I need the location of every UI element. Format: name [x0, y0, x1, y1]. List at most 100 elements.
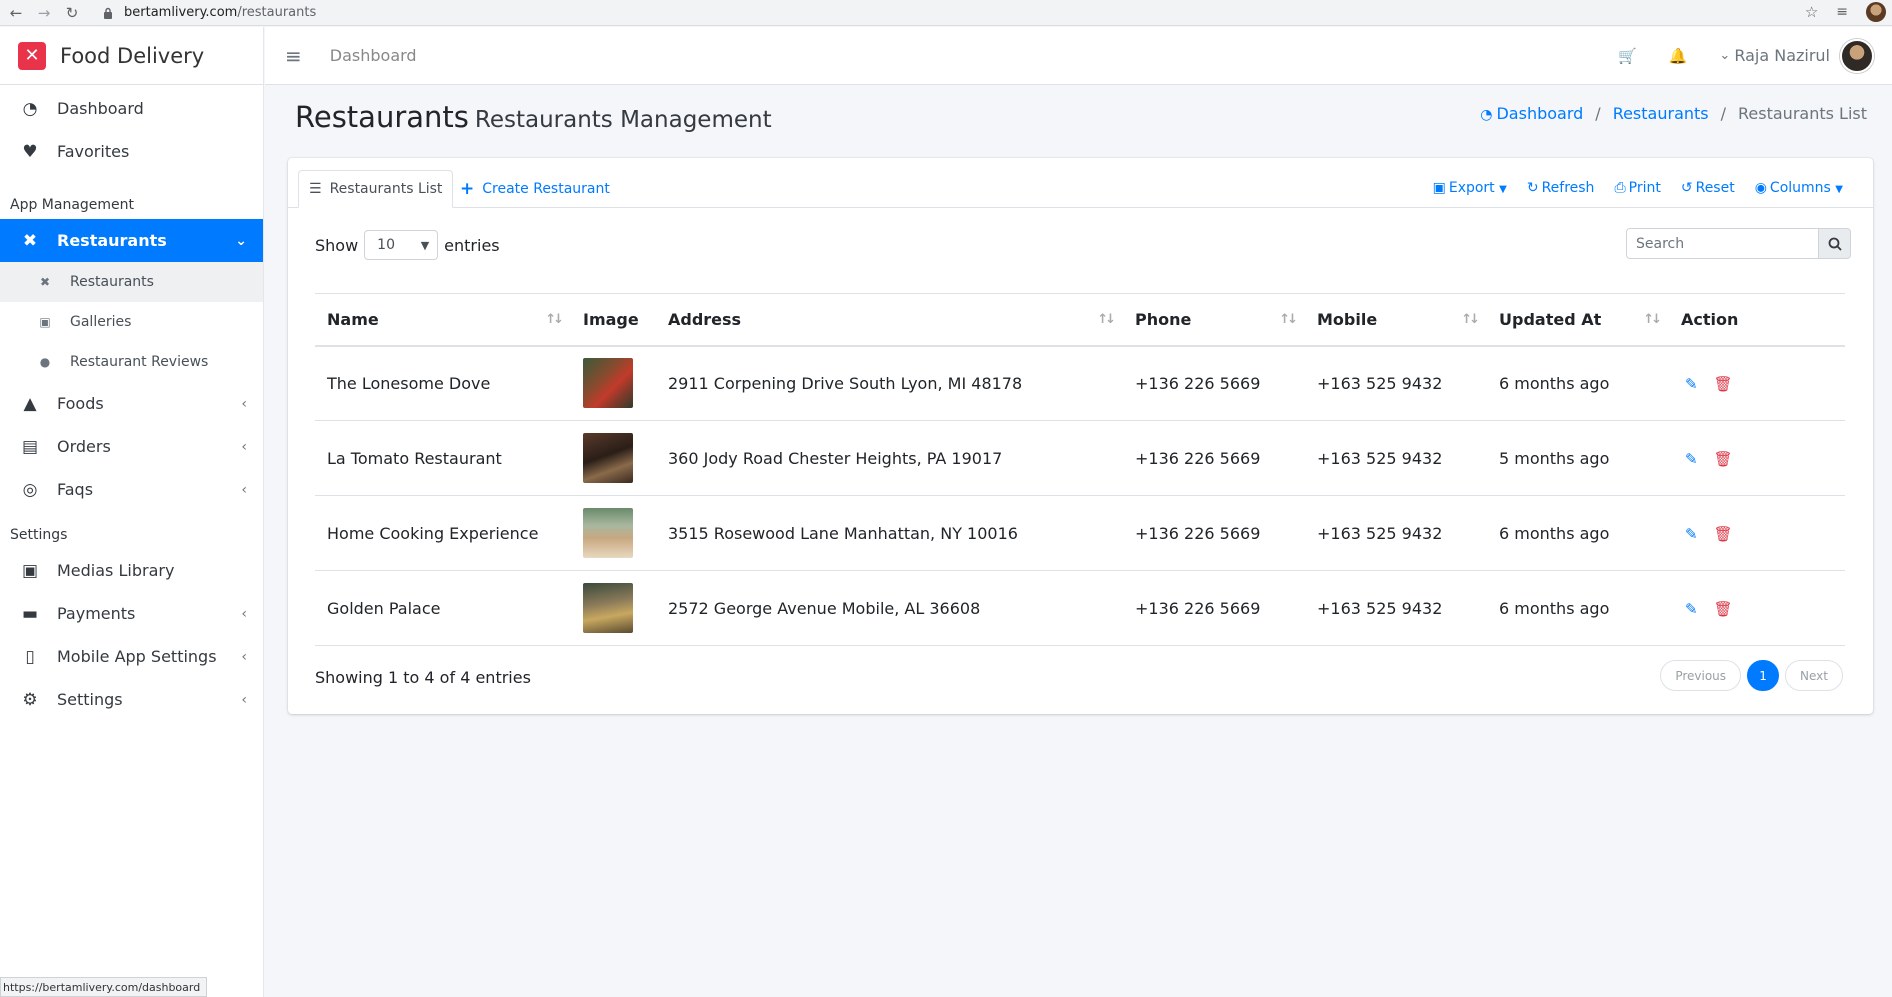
cell-updated-at: 6 months ago [1487, 345, 1669, 421]
refresh-button[interactable]: ↻ Refresh [1527, 180, 1595, 196]
chevron-left-icon: ‹ [241, 438, 247, 455]
sidebar-item-orders[interactable]: ▤ Orders ‹ [0, 425, 263, 468]
pagination-previous[interactable]: Previous [1660, 660, 1742, 691]
images-icon: ▣ [21, 560, 39, 581]
columns-button[interactable]: ◉ Columns ▼ [1755, 180, 1843, 196]
list-icon: ☰ [309, 181, 322, 197]
sidebar-item-settings[interactable]: ⚙ Settings ‹ [0, 678, 263, 721]
restaurant-thumbnail[interactable] [583, 358, 633, 409]
browser-profile-avatar[interactable] [1866, 2, 1886, 22]
hamburger-menu-icon[interactable]: ≡ [285, 44, 302, 68]
sidebar-subitem-galleries[interactable]: ▣ Galleries [0, 302, 263, 342]
sidebar-item-restaurants[interactable]: ✖ Restaurants ⌄ [0, 219, 263, 262]
chevron-left-icon: ‹ [241, 648, 247, 665]
edit-icon[interactable]: ✎ [1685, 525, 1698, 543]
breadcrumb-restaurants[interactable]: Restaurants [1613, 104, 1709, 123]
bell-icon[interactable]: 🔔 [1669, 47, 1688, 65]
breadcrumb-current: Restaurants List [1738, 104, 1867, 123]
pagination-next[interactable]: Next [1785, 660, 1843, 691]
column-header-updated-at[interactable]: Updated At ↑↓ [1487, 293, 1669, 347]
table-info: Showing 1 to 4 of 4 entries [315, 668, 531, 687]
sidebar-item-dashboard[interactable]: ◔ Dashboard [0, 87, 263, 130]
column-header-mobile[interactable]: Mobile ↑↓ [1305, 293, 1487, 347]
column-header-action: Action [1669, 293, 1845, 347]
topbar-dashboard-link[interactable]: Dashboard [330, 46, 417, 65]
page-title: Restaurants Restaurants Management [295, 100, 772, 134]
edit-icon[interactable]: ✎ [1685, 600, 1698, 618]
brand[interactable]: ✕ Food Delivery [0, 27, 263, 85]
undo-icon: ↺ [1680, 180, 1693, 196]
sidebar-item-medias-library[interactable]: ▣ Medias Library [0, 549, 263, 592]
top-navbar: ≡ Dashboard 🛒 🔔 ⌄ Raja Nazirul [265, 27, 1892, 85]
sort-icon: ↑↓ [545, 312, 564, 327]
credit-card-icon: ▬ [21, 603, 39, 624]
trash-icon[interactable]: 🗑 [1714, 450, 1733, 468]
star-icon[interactable]: ☆ [1805, 3, 1818, 21]
reset-button[interactable]: ↺ Reset [1681, 180, 1735, 196]
heart-icon: ♥ [22, 141, 38, 162]
edit-icon[interactable]: ✎ [1685, 375, 1698, 393]
cell-updated-at: 6 months ago [1487, 570, 1669, 646]
cell-image [571, 495, 656, 571]
page-title-text: Restaurants [295, 100, 469, 134]
sort-icon: ↑↓ [1643, 312, 1662, 327]
search-input[interactable]: Search [1626, 228, 1819, 259]
card-header: ☰ Restaurants List + Create Restaurant ▣… [288, 158, 1873, 208]
cell-actions: ✎ 🗑 [1669, 495, 1845, 571]
chevron-left-icon: ‹ [241, 481, 247, 498]
column-header-name[interactable]: Name ↑↓ [315, 293, 571, 347]
sidebar-subitem-restaurants[interactable]: ✖ Restaurants [0, 262, 263, 302]
cart-icon[interactable]: 🛒 [1618, 47, 1637, 65]
restaurant-thumbnail[interactable] [583, 433, 633, 483]
tab-create-restaurant[interactable]: + Create Restaurant [450, 170, 620, 208]
user-name[interactable]: Raja Nazirul [1734, 46, 1830, 65]
page-length-control: Show 10 ▼ entries [315, 230, 500, 260]
cell-phone: +136 226 5669 [1123, 495, 1305, 571]
search-button[interactable] [1819, 228, 1851, 259]
back-icon[interactable]: ← [4, 2, 28, 24]
reload-icon[interactable]: ↻ [60, 2, 84, 24]
sidebar: ✕ Food Delivery ◔ Dashboard ♥ Favorites … [0, 27, 264, 997]
breadcrumb-dashboard[interactable]: ◔ Dashboard [1480, 104, 1583, 123]
sidebar-item-label: Faqs [57, 480, 94, 499]
sidebar-item-label: Payments [57, 604, 136, 623]
edit-icon[interactable]: ✎ [1685, 450, 1698, 468]
column-header-address[interactable]: Address ↑↓ [656, 293, 1123, 347]
sidebar-item-foods[interactable]: ▲ Foods ‹ [0, 382, 263, 425]
print-icon: ⎙ [1614, 180, 1626, 196]
column-header-phone[interactable]: Phone ↑↓ [1123, 293, 1305, 347]
restaurant-thumbnail[interactable] [583, 583, 633, 633]
sort-icon: ↑↓ [1097, 312, 1116, 327]
column-label: Image [583, 309, 639, 329]
table-row: The Lonesome Dove 2911 Corpening Drive S… [315, 345, 1845, 421]
tab-restaurants-list[interactable]: ☰ Restaurants List [298, 170, 454, 208]
cell-name: Home Cooking Experience [315, 495, 571, 571]
sidebar-subitem-restaurant-reviews[interactable]: ● Restaurant Reviews [0, 342, 263, 382]
dashboard-icon: ◔ [1480, 107, 1493, 123]
eye-icon: ◉ [1754, 180, 1767, 196]
user-avatar[interactable] [1840, 38, 1874, 73]
lock-icon [104, 7, 112, 19]
sidebar-item-mobile-app-settings[interactable]: ▯ Mobile App Settings ‹ [0, 635, 263, 678]
reading-list-icon[interactable]: ≡ [1836, 4, 1848, 20]
cell-image [571, 420, 656, 496]
chevron-down-icon[interactable]: ⌄ [1719, 48, 1730, 63]
trash-icon[interactable]: 🗑 [1714, 600, 1733, 618]
print-button[interactable]: ⎙ Print [1614, 180, 1660, 196]
tool-label: Export [1448, 180, 1495, 196]
trash-icon[interactable]: 🗑 [1714, 375, 1733, 393]
sidebar-item-payments[interactable]: ▬ Payments ‹ [0, 592, 263, 635]
sidebar-item-faqs[interactable]: ◎ Faqs ‹ [0, 468, 263, 511]
export-button[interactable]: ▣ Export ▼ [1433, 180, 1507, 196]
trash-icon[interactable]: 🗑 [1714, 525, 1733, 543]
address-bar[interactable]: bertamlivery.com/restaurants [102, 2, 316, 24]
restaurant-thumbnail[interactable] [583, 508, 633, 558]
forward-icon[interactable]: → [32, 2, 56, 24]
table-header-row: Name ↑↓ Image Address ↑↓ Phone ↑↓ Mobile ↑↓ … [315, 293, 1845, 347]
sidebar-item-favorites[interactable]: ♥ Favorites [0, 130, 263, 173]
sidebar-item-label: Dashboard [57, 99, 144, 118]
page-length-select[interactable]: 10 ▼ [364, 230, 439, 260]
cell-updated-at: 6 months ago [1487, 495, 1669, 571]
caret-down-icon: ▼ [1499, 184, 1507, 195]
pagination-page[interactable]: 1 [1747, 660, 1780, 691]
